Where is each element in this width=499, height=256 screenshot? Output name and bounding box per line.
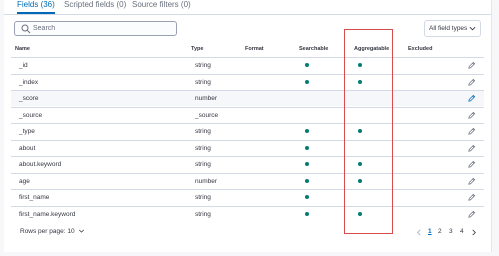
chevron-down-icon — [78, 229, 84, 233]
searchable-indicator — [305, 178, 309, 183]
field-type: _source — [195, 111, 219, 119]
column-header-excluded[interactable]: Excluded — [408, 46, 432, 52]
table-row: about.keyword string — [11, 156, 484, 172]
field-type: string — [195, 161, 211, 168]
chevron-down-icon — [469, 26, 476, 31]
table-row: _id string — [11, 57, 484, 73]
aggregatable-indicator — [358, 129, 362, 133]
field-type: number — [195, 177, 218, 185]
page-button-1[interactable]: 1 — [428, 228, 432, 235]
chevron-left-icon[interactable] — [416, 229, 422, 236]
pencil-icon[interactable] — [467, 94, 476, 103]
aggregatable-indicator — [358, 63, 362, 67]
search-icon — [21, 24, 31, 34]
chevron-right-icon[interactable] — [471, 229, 477, 236]
field-type: string — [195, 144, 211, 152]
field-type-filter[interactable]: All field types — [424, 20, 481, 37]
tab-bar: Fields (36) Scripted fields (0) Source f… — [4, 0, 491, 15]
window: Fields (36) Scripted fields (0) Source f… — [0, 0, 499, 256]
searchable-indicator — [305, 195, 309, 199]
field-name: about.keyword — [19, 161, 62, 168]
searchable-indicator — [305, 162, 309, 166]
pencil-icon[interactable] — [467, 127, 476, 136]
pencil-icon[interactable] — [467, 210, 476, 219]
table-row: about string — [11, 139, 484, 156]
table-row: age number — [11, 172, 484, 189]
searchable-indicator — [305, 79, 309, 84]
table-row: first_name string — [11, 189, 484, 205]
field-type: string — [195, 194, 211, 201]
pencil-icon[interactable] — [467, 78, 476, 87]
pencil-icon[interactable] — [467, 61, 476, 70]
field-name: about — [19, 144, 36, 152]
field-name: _type — [19, 128, 35, 135]
field-name: _index — [19, 78, 39, 86]
rows-per-page-label: Rows per page: 10 — [20, 228, 75, 235]
search-input[interactable] — [33, 23, 173, 34]
tab-scripted-fields[interactable]: Scripted fields (0) — [64, 0, 126, 13]
field-name: first_name.keyword — [19, 210, 76, 218]
field-type: number — [195, 95, 218, 102]
page-button-4[interactable]: 4 — [460, 228, 464, 235]
page-button-2[interactable]: 2 — [438, 228, 442, 235]
field-name: _source — [19, 111, 43, 119]
aggregatable-indicator — [358, 79, 362, 84]
field-name: age — [19, 177, 30, 185]
table-row: first_name.keyword string — [11, 205, 484, 222]
searchable-indicator — [305, 211, 309, 216]
field-type: string — [195, 210, 211, 218]
column-header-searchable[interactable]: Searchable — [299, 46, 328, 52]
pencil-icon[interactable] — [467, 193, 476, 202]
rows-per-page-button[interactable]: Rows per page: 10 — [20, 228, 85, 235]
table-row: _score number — [11, 90, 484, 106]
pencil-icon[interactable] — [467, 111, 476, 120]
field-name: first_name — [19, 194, 50, 201]
aggregatable-indicator — [358, 178, 362, 183]
pencil-icon[interactable] — [467, 144, 476, 153]
search-field[interactable] — [14, 21, 177, 36]
table-header: Name Type Format Searchable Aggregatable… — [4, 44, 491, 56]
field-name: _id — [19, 62, 28, 69]
table-row: _index string — [11, 73, 484, 90]
column-header-format[interactable]: Format — [245, 46, 264, 52]
index-pattern-panel: Fields (36) Scripted fields (0) Source f… — [4, 0, 492, 252]
tab-fields[interactable]: Fields (36) — [17, 0, 55, 14]
field-type-filter-label: All field types — [429, 25, 468, 32]
page-button-3[interactable]: 3 — [449, 228, 453, 235]
column-header-type[interactable]: Type — [191, 46, 203, 52]
field-type: string — [195, 78, 211, 86]
tab-source-filters[interactable]: Source filters (0) — [132, 0, 191, 13]
table-row: _source _source — [11, 106, 484, 123]
field-name: _score — [19, 95, 39, 102]
aggregatable-indicator — [358, 162, 362, 166]
searchable-indicator — [305, 129, 309, 133]
column-header-aggregatable[interactable]: Aggregatable — [354, 46, 389, 52]
searchable-indicator — [305, 145, 309, 150]
field-type: string — [195, 62, 211, 69]
field-type: string — [195, 128, 211, 135]
pencil-icon[interactable] — [467, 177, 476, 186]
searchable-indicator — [305, 63, 309, 67]
column-header-name[interactable]: Name — [15, 46, 30, 52]
aggregatable-indicator — [358, 211, 362, 216]
table-row: _type string — [11, 123, 484, 139]
pencil-icon[interactable] — [467, 160, 476, 169]
